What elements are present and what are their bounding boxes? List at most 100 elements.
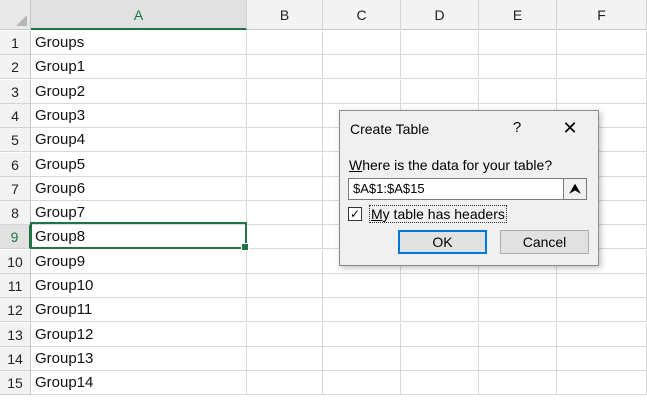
- cell-C14[interactable]: [323, 347, 401, 371]
- cell-E15[interactable]: [479, 371, 557, 395]
- cell-A4[interactable]: Group3: [31, 104, 247, 128]
- cell-D2[interactable]: [401, 55, 479, 79]
- headers-checkbox[interactable]: ✓: [348, 207, 362, 221]
- cell-A12[interactable]: Group11: [31, 298, 247, 322]
- headers-checkbox-label[interactable]: My table has headers: [369, 205, 507, 223]
- spreadsheet: ABCDEF 1 Groups 2 Group1 3 Group2 4 Group3 5 Grou…: [0, 0, 647, 411]
- cell-E14[interactable]: [479, 347, 557, 371]
- cell-D3[interactable]: [401, 80, 479, 104]
- row-header-3[interactable]: 3: [0, 80, 31, 104]
- cell-B2[interactable]: [247, 55, 323, 79]
- cell-D15[interactable]: [401, 371, 479, 395]
- row-header-11[interactable]: 11: [0, 274, 31, 298]
- row-header-10[interactable]: 10: [0, 250, 31, 274]
- row-header-7[interactable]: 7: [0, 177, 31, 201]
- cell-B8[interactable]: [247, 201, 323, 225]
- cell-B3[interactable]: [247, 80, 323, 104]
- checkbox-label-text: y table has headers: [382, 206, 505, 222]
- cell-E2[interactable]: [479, 55, 557, 79]
- close-icon[interactable]: ✕: [558, 117, 582, 139]
- column-header-C[interactable]: C: [323, 0, 401, 30]
- column-header-B[interactable]: B: [247, 0, 323, 30]
- cell-A6[interactable]: Group5: [31, 153, 247, 177]
- column-header-E[interactable]: E: [479, 0, 557, 30]
- row-header-12[interactable]: 12: [0, 298, 31, 322]
- row-header-1[interactable]: 1: [0, 31, 31, 55]
- ok-button[interactable]: OK: [398, 230, 487, 254]
- cell-B13[interactable]: [247, 323, 323, 347]
- cell-A1[interactable]: Groups: [31, 31, 247, 55]
- cell-F15[interactable]: [557, 371, 647, 395]
- cell-A10[interactable]: Group9: [31, 250, 247, 274]
- fill-handle[interactable]: [241, 243, 249, 251]
- cell-B11[interactable]: [247, 274, 323, 298]
- row-header-6[interactable]: 6: [0, 153, 31, 177]
- checkbox-accelerator: M: [371, 206, 383, 222]
- cell-A5[interactable]: Group4: [31, 128, 247, 152]
- cell-B5[interactable]: [247, 128, 323, 152]
- cell-B14[interactable]: [247, 347, 323, 371]
- cell-A7[interactable]: Group6: [31, 177, 247, 201]
- cell-D13[interactable]: [401, 323, 479, 347]
- prompt-accelerator: W: [349, 157, 363, 173]
- row-header-14[interactable]: 14: [0, 347, 31, 371]
- cell-C2[interactable]: [323, 55, 401, 79]
- cell-D11[interactable]: [401, 274, 479, 298]
- cell-A2[interactable]: Group1: [31, 55, 247, 79]
- cell-D1[interactable]: [401, 31, 479, 55]
- cell-B12[interactable]: [247, 298, 323, 322]
- cell-E11[interactable]: [479, 274, 557, 298]
- cell-D14[interactable]: [401, 347, 479, 371]
- create-table-dialog: Create Table ? ✕ Where is the data for y…: [339, 110, 599, 266]
- cell-D12[interactable]: [401, 298, 479, 322]
- select-all-button[interactable]: [0, 0, 31, 30]
- cell-A15[interactable]: Group14: [31, 371, 247, 395]
- cell-F12[interactable]: [557, 298, 647, 322]
- cell-F2[interactable]: [557, 55, 647, 79]
- cell-E13[interactable]: [479, 323, 557, 347]
- column-header-A[interactable]: A: [31, 0, 247, 30]
- cell-B7[interactable]: [247, 177, 323, 201]
- dialog-title: Create Table: [350, 121, 430, 137]
- cell-C3[interactable]: [323, 80, 401, 104]
- row-header-13[interactable]: 13: [0, 323, 31, 347]
- cell-C11[interactable]: [323, 274, 401, 298]
- cell-B15[interactable]: [247, 371, 323, 395]
- cell-C12[interactable]: [323, 298, 401, 322]
- column-header-F[interactable]: F: [557, 0, 647, 30]
- cell-F11[interactable]: [557, 274, 647, 298]
- cell-A13[interactable]: Group12: [31, 323, 247, 347]
- cell-F3[interactable]: [557, 80, 647, 104]
- cell-F14[interactable]: [557, 347, 647, 371]
- cell-E1[interactable]: [479, 31, 557, 55]
- row-header-15[interactable]: 15: [0, 371, 31, 395]
- row-header-2[interactable]: 2: [0, 55, 31, 79]
- collapse-dialog-icon[interactable]: ⮝: [564, 178, 587, 200]
- cell-B10[interactable]: [247, 250, 323, 274]
- cell-F13[interactable]: [557, 323, 647, 347]
- cell-B4[interactable]: [247, 104, 323, 128]
- cell-E3[interactable]: [479, 80, 557, 104]
- cancel-button[interactable]: Cancel: [500, 230, 589, 254]
- row-header-4[interactable]: 4: [0, 104, 31, 128]
- cell-C1[interactable]: [323, 31, 401, 55]
- select-all-icon: [16, 15, 27, 26]
- cell-B1[interactable]: [247, 31, 323, 55]
- cell-C15[interactable]: [323, 371, 401, 395]
- cell-E12[interactable]: [479, 298, 557, 322]
- prompt-text: here is the data for your table?: [362, 157, 553, 173]
- column-header-D[interactable]: D: [401, 0, 479, 30]
- cell-A11[interactable]: Group10: [31, 274, 247, 298]
- cell-A3[interactable]: Group2: [31, 80, 247, 104]
- row-header-5[interactable]: 5: [0, 128, 31, 152]
- active-cell-A9[interactable]: [30, 222, 249, 251]
- cell-F1[interactable]: [557, 31, 647, 55]
- help-button[interactable]: ?: [509, 119, 525, 136]
- range-input[interactable]: $A$1:$A$15: [348, 178, 564, 200]
- cell-B9[interactable]: [247, 225, 323, 249]
- cell-B6[interactable]: [247, 153, 323, 177]
- row-header-9[interactable]: 9: [0, 225, 31, 249]
- cell-A14[interactable]: Group13: [31, 347, 247, 371]
- row-header-8[interactable]: 8: [0, 201, 31, 225]
- cell-C13[interactable]: [323, 323, 401, 347]
